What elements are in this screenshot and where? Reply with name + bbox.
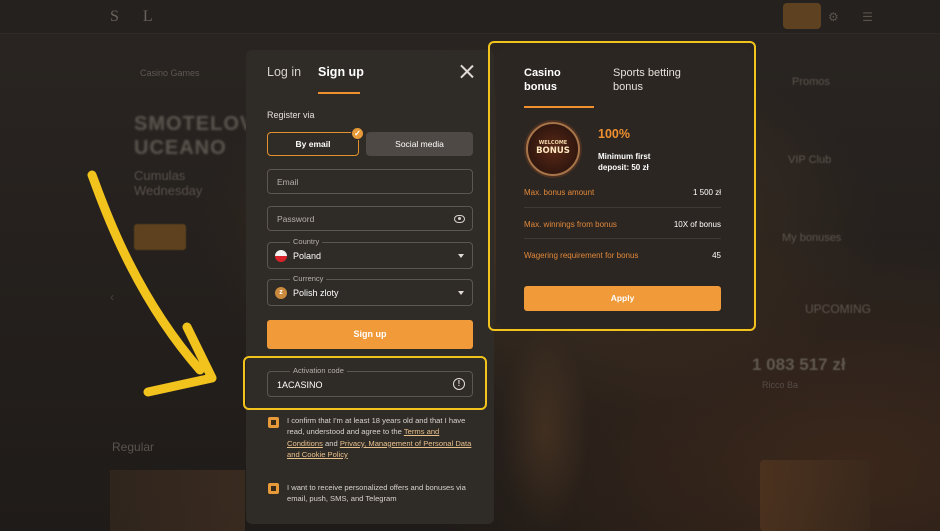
annotation-arrow-icon (87, 170, 217, 397)
